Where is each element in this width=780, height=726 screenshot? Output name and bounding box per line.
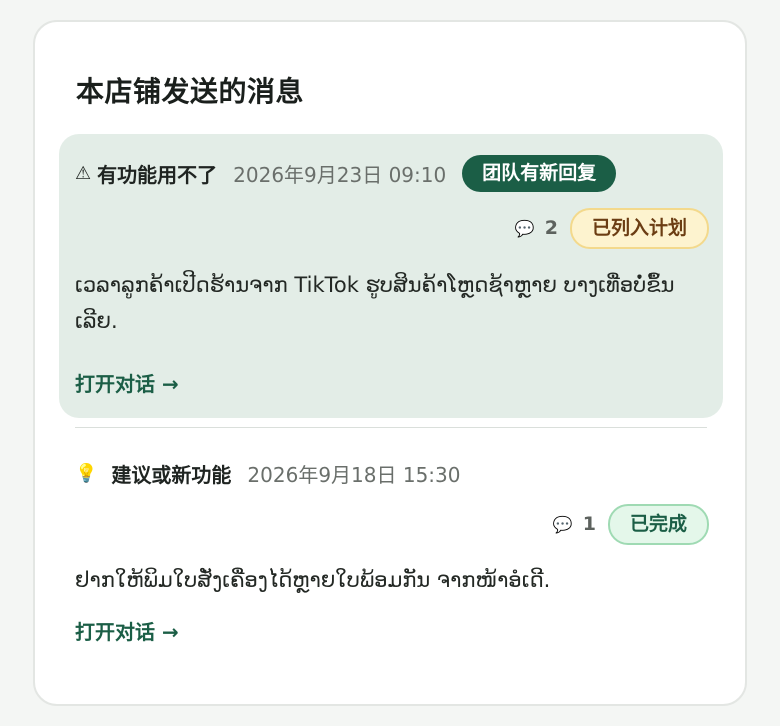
message-timestamp: 2026年9月23日 09:10 [233, 162, 447, 187]
message-meta: 💬 2 已列入计划 [514, 207, 709, 249]
open-conversation-link[interactable]: 打开对话 → [75, 616, 179, 645]
message-item[interactable]: ⚠ 有功能用不了 2026年9月23日 09:10 团队有新回复 💬 2 已列入… [59, 134, 723, 418]
status-badge: 已完成 [607, 503, 709, 545]
messages-card: 本店铺发送的消息 ⚠ 有功能用不了 2026年9月23日 09:10 团队有新回… [33, 20, 747, 706]
message-type-label: 有功能用不了 [97, 162, 218, 187]
panel-title: 本店铺发送的消息 [76, 75, 305, 108]
message-header: ⚠ 有功能用不了 2026年9月23日 09:10 团队有新回复 [75, 154, 617, 192]
comment-count: 2 [544, 217, 558, 239]
message-item[interactable]: 💡 建议或新功能 2026年9月18日 15:30 💬 1 已完成 ຢາກໃຫ້… [59, 442, 723, 662]
open-conversation-link[interactable]: 打开对话 → [75, 368, 179, 397]
message-header: 💡 建议或新功能 2026年9月18日 15:30 [75, 454, 477, 492]
message-meta: 💬 1 已完成 [552, 503, 709, 545]
comment-icon: 💬 [514, 218, 535, 238]
divider [75, 427, 707, 428]
lightbulb-icon: 💡 [75, 462, 98, 484]
message-body: ຢາກໃຫ້ພິມໃບສັ່ງເຄື່ອງໄດ້ຫຼາຍໃບພ້ອມກັນ ຈາ… [75, 568, 551, 592]
message-timestamp: 2026年9月18日 15:30 [247, 462, 461, 487]
message-body: ເວລາລູກຄ້າເປີດຮ້ານຈາກ TikTok ຮູບສິນຄ້າໂຫ… [75, 273, 675, 333]
status-badge: 已列入计划 [569, 207, 709, 249]
message-type-label: 建议或新功能 [111, 462, 232, 487]
comment-count: 1 [582, 513, 596, 535]
comment-icon: 💬 [552, 514, 573, 534]
team-reply-badge: 团队有新回复 [462, 154, 617, 192]
warning-icon: ⚠ [75, 162, 92, 184]
